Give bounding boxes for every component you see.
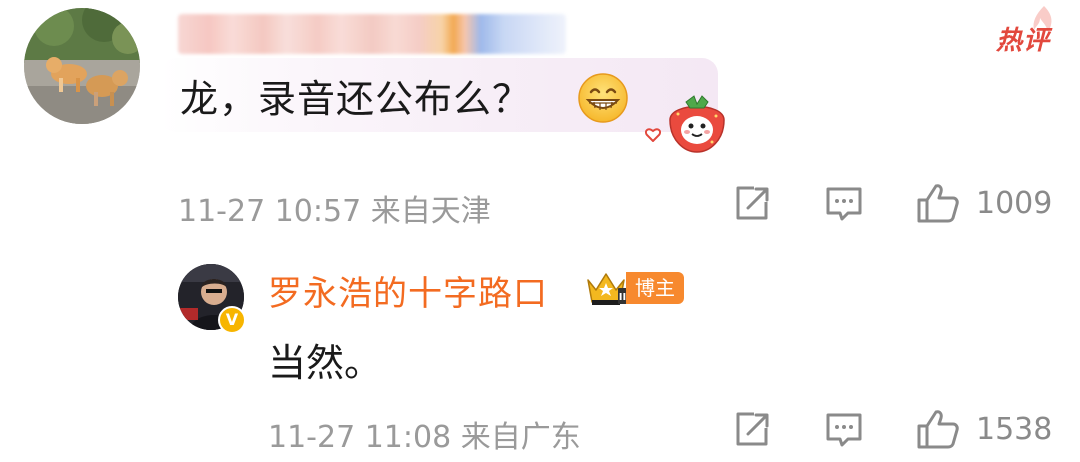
share-icon[interactable] — [732, 410, 772, 450]
reply-location: 来自广东 — [460, 420, 581, 455]
reply-text[interactable]: 当然。 — [268, 332, 382, 387]
grinning-face-icon — [578, 73, 628, 123]
hot-comment-badge: 热评 — [995, 26, 1050, 56]
cats-photo-icon — [24, 8, 140, 124]
commenter-avatar[interactable] — [24, 8, 140, 124]
comment-location: 来自天津 — [370, 194, 491, 229]
share-icon[interactable] — [732, 184, 772, 224]
strawberry-sticker-icon — [669, 95, 725, 153]
reply-meta: 11-27 11:08 来自广东 — [268, 412, 581, 456]
thumbs-up-icon[interactable] — [916, 182, 960, 224]
commenter-name-blurred[interactable] — [178, 14, 566, 54]
like-count: 1538 — [976, 412, 1053, 447]
heart-icon — [645, 128, 661, 142]
comment-meta: 11-27 10:57 来自天津 — [178, 186, 491, 230]
reply-time: 11-27 11:08 — [268, 420, 452, 455]
comment-icon[interactable] — [824, 410, 864, 450]
comment-text[interactable]: 龙，录音还公布么？ — [180, 68, 531, 123]
blogger-badge: 博主 — [626, 272, 684, 304]
comment-time: 11-27 10:57 — [178, 194, 362, 229]
like-count: 1009 — [976, 186, 1053, 221]
verified-badge-icon: V — [218, 306, 246, 334]
thumbs-up-icon[interactable] — [916, 408, 960, 450]
crown-icon: II — [587, 273, 627, 305]
comment-icon[interactable] — [824, 184, 864, 224]
reply-author-name[interactable]: 罗永浩的十字路口 — [268, 266, 548, 315]
